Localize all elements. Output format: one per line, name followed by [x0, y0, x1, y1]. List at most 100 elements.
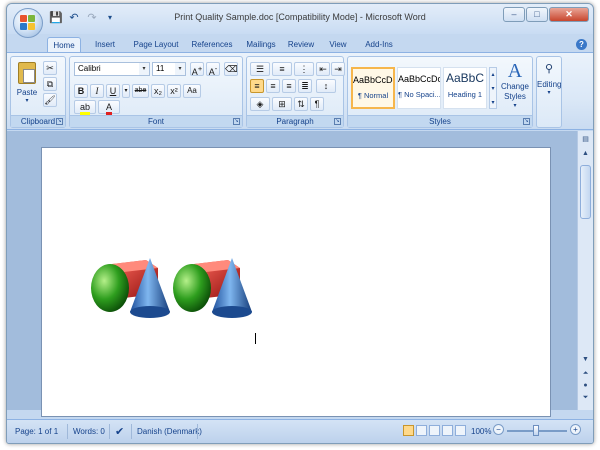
print-layout-view-icon[interactable]: [403, 425, 414, 436]
subscript-button[interactable]: x₂: [151, 84, 165, 98]
strikethrough-button[interactable]: abe: [132, 84, 149, 98]
language-indicator[interactable]: Danish (Denmark): [137, 427, 202, 436]
clear-formatting-icon[interactable]: ⌫: [224, 62, 238, 76]
underline-dropdown-icon[interactable]: ▾: [122, 84, 130, 98]
styles-label: Styles: [348, 115, 532, 127]
font-group: Calibri ▾ 11 ▾ A+ A- ⌫ B I U ▾ abe x₂ x²…: [69, 56, 243, 128]
tab-home[interactable]: Home: [47, 37, 81, 52]
maximize-button[interactable]: □: [526, 7, 548, 22]
style-no-spacing[interactable]: AaBbCcDc ¶ No Spaci...: [397, 67, 441, 109]
tab-review[interactable]: Review: [285, 37, 317, 52]
justify-icon[interactable]: ≣: [298, 79, 312, 93]
shapes-group-2: [173, 258, 252, 318]
document-page[interactable]: [41, 147, 551, 417]
numbering-icon[interactable]: ≡: [272, 62, 292, 76]
font-size-combo[interactable]: 11 ▾: [152, 62, 186, 76]
outline-view-icon[interactable]: [442, 425, 453, 436]
web-layout-view-icon[interactable]: [429, 425, 440, 436]
editing-group: ⚲ Editing ▾: [536, 56, 562, 128]
change-styles-icon: A: [507, 60, 523, 82]
align-left-icon[interactable]: ≡: [250, 79, 264, 93]
bold-button[interactable]: B: [74, 84, 88, 98]
styles-group: AaBbCcDc ¶ Normal AaBbCcDc ¶ No Spaci...…: [347, 56, 533, 128]
multilevel-list-icon[interactable]: ⋮: [294, 62, 314, 76]
select-browse-object-icon[interactable]: ●: [580, 381, 591, 391]
tab-add-ins[interactable]: Add-Ins: [359, 37, 399, 52]
zoom-in-icon[interactable]: +: [570, 424, 581, 435]
copy-icon[interactable]: ⧉: [43, 77, 57, 91]
format-painter-icon[interactable]: 🖌: [43, 93, 57, 107]
font-launcher-icon[interactable]: ↘: [233, 118, 240, 125]
minimize-button[interactable]: –: [503, 7, 525, 22]
paragraph-launcher-icon[interactable]: ↘: [334, 118, 341, 125]
tab-references[interactable]: References: [187, 37, 237, 52]
zoom-level[interactable]: 100%: [471, 427, 491, 436]
tab-mailings[interactable]: Mailings: [239, 37, 283, 52]
cut-icon[interactable]: ✂: [43, 61, 57, 75]
draft-view-icon[interactable]: [455, 425, 466, 436]
align-center-icon[interactable]: ≡: [266, 79, 280, 93]
paste-button[interactable]: Paste ▾: [14, 60, 40, 106]
status-bar: Page: 1 of 1 Words: 0 ✔ Danish (Denmark)…: [7, 419, 593, 443]
styles-launcher-icon[interactable]: ↘: [523, 118, 530, 125]
style-normal[interactable]: AaBbCcDc ¶ Normal: [351, 67, 395, 109]
ribbon-tabs: Home Insert Page Layout References Maili…: [7, 34, 593, 52]
scroll-up-icon[interactable]: ▲: [580, 149, 591, 159]
paragraph-group: ☰ ≡ ⋮ ⇤ ⇥ ≡ ≡ ≡ ≣ ↕ ◈ ⊞ ⇅ ¶ Paragraph ↘: [246, 56, 345, 128]
page-count[interactable]: Page: 1 of 1: [15, 427, 58, 436]
underline-button[interactable]: U: [106, 84, 120, 98]
ruler-toggle-icon[interactable]: ▤: [580, 135, 591, 145]
document-area: [7, 131, 579, 417]
zoom-slider-thumb[interactable]: [533, 425, 539, 436]
close-button[interactable]: ✕: [549, 7, 589, 22]
title-bar: 💾 ↶ ↷ ▾ Print Quality Sample.doc [Compat…: [7, 4, 593, 38]
clipboard-launcher-icon[interactable]: ↘: [56, 118, 63, 125]
borders-icon[interactable]: ⊞: [272, 97, 292, 111]
show-marks-icon[interactable]: ¶: [310, 97, 324, 111]
next-page-icon[interactable]: ⏷: [580, 393, 591, 403]
superscript-button[interactable]: x²: [167, 84, 181, 98]
clipboard-group: Paste ▾ ✂ ⧉ 🖌 Clipboard ↘: [10, 56, 66, 128]
editing-button[interactable]: ⚲ Editing ▾: [537, 60, 561, 114]
decrease-indent-icon[interactable]: ⇤: [316, 62, 330, 76]
scroll-thumb[interactable]: [580, 165, 591, 219]
previous-page-icon[interactable]: ⏶: [580, 369, 591, 379]
paragraph-label: Paragraph: [247, 115, 343, 127]
font-name-combo[interactable]: Calibri ▾: [74, 62, 150, 76]
proofing-icon[interactable]: ✔: [115, 425, 124, 438]
chevron-down-icon: ▾: [175, 63, 185, 75]
style-heading-1[interactable]: AaBbC Heading 1: [443, 67, 487, 109]
font-color-icon[interactable]: A: [98, 100, 120, 115]
highlight-icon[interactable]: ab: [74, 100, 96, 115]
change-styles-button[interactable]: A Change Styles ▾: [499, 60, 531, 114]
bullets-icon[interactable]: ☰: [250, 62, 270, 76]
full-screen-reading-view-icon[interactable]: [416, 425, 427, 436]
office-logo-icon: [20, 15, 36, 31]
italic-button[interactable]: I: [90, 84, 104, 98]
word-count[interactable]: Words: 0: [73, 427, 105, 436]
zoom-out-icon[interactable]: −: [493, 424, 504, 435]
shading-icon[interactable]: ◈: [250, 97, 270, 111]
tab-view[interactable]: View: [323, 37, 353, 52]
text-cursor: [255, 333, 256, 344]
ribbon: Paste ▾ ✂ ⧉ 🖌 Clipboard ↘ Calibri ▾ 11 ▾…: [7, 52, 593, 130]
office-button[interactable]: [13, 8, 43, 38]
word-window: 💾 ↶ ↷ ▾ Print Quality Sample.doc [Compat…: [6, 3, 594, 444]
align-right-icon[interactable]: ≡: [282, 79, 296, 93]
tab-insert[interactable]: Insert: [87, 37, 123, 52]
grow-font-icon[interactable]: A+: [190, 62, 204, 77]
styles-scroll[interactable]: ▴ ▾ ▾: [489, 67, 497, 109]
sort-icon[interactable]: ⇅: [294, 97, 308, 111]
vertical-scrollbar[interactable]: ▤ ▲ ▼ ⏶ ● ⏷: [577, 131, 593, 410]
window-controls: – □ ✕: [503, 7, 589, 22]
shapes-group-1: [91, 258, 170, 318]
help-icon[interactable]: ?: [576, 39, 587, 50]
line-spacing-icon[interactable]: ↕: [316, 79, 336, 93]
scroll-down-icon[interactable]: ▼: [580, 355, 591, 365]
paste-icon: [18, 62, 36, 84]
inserted-picture[interactable]: [90, 254, 260, 324]
shrink-font-icon[interactable]: A-: [206, 62, 220, 77]
change-case-button[interactable]: Aa: [183, 84, 201, 98]
tab-page-layout[interactable]: Page Layout: [125, 37, 187, 52]
increase-indent-icon[interactable]: ⇥: [331, 62, 345, 76]
